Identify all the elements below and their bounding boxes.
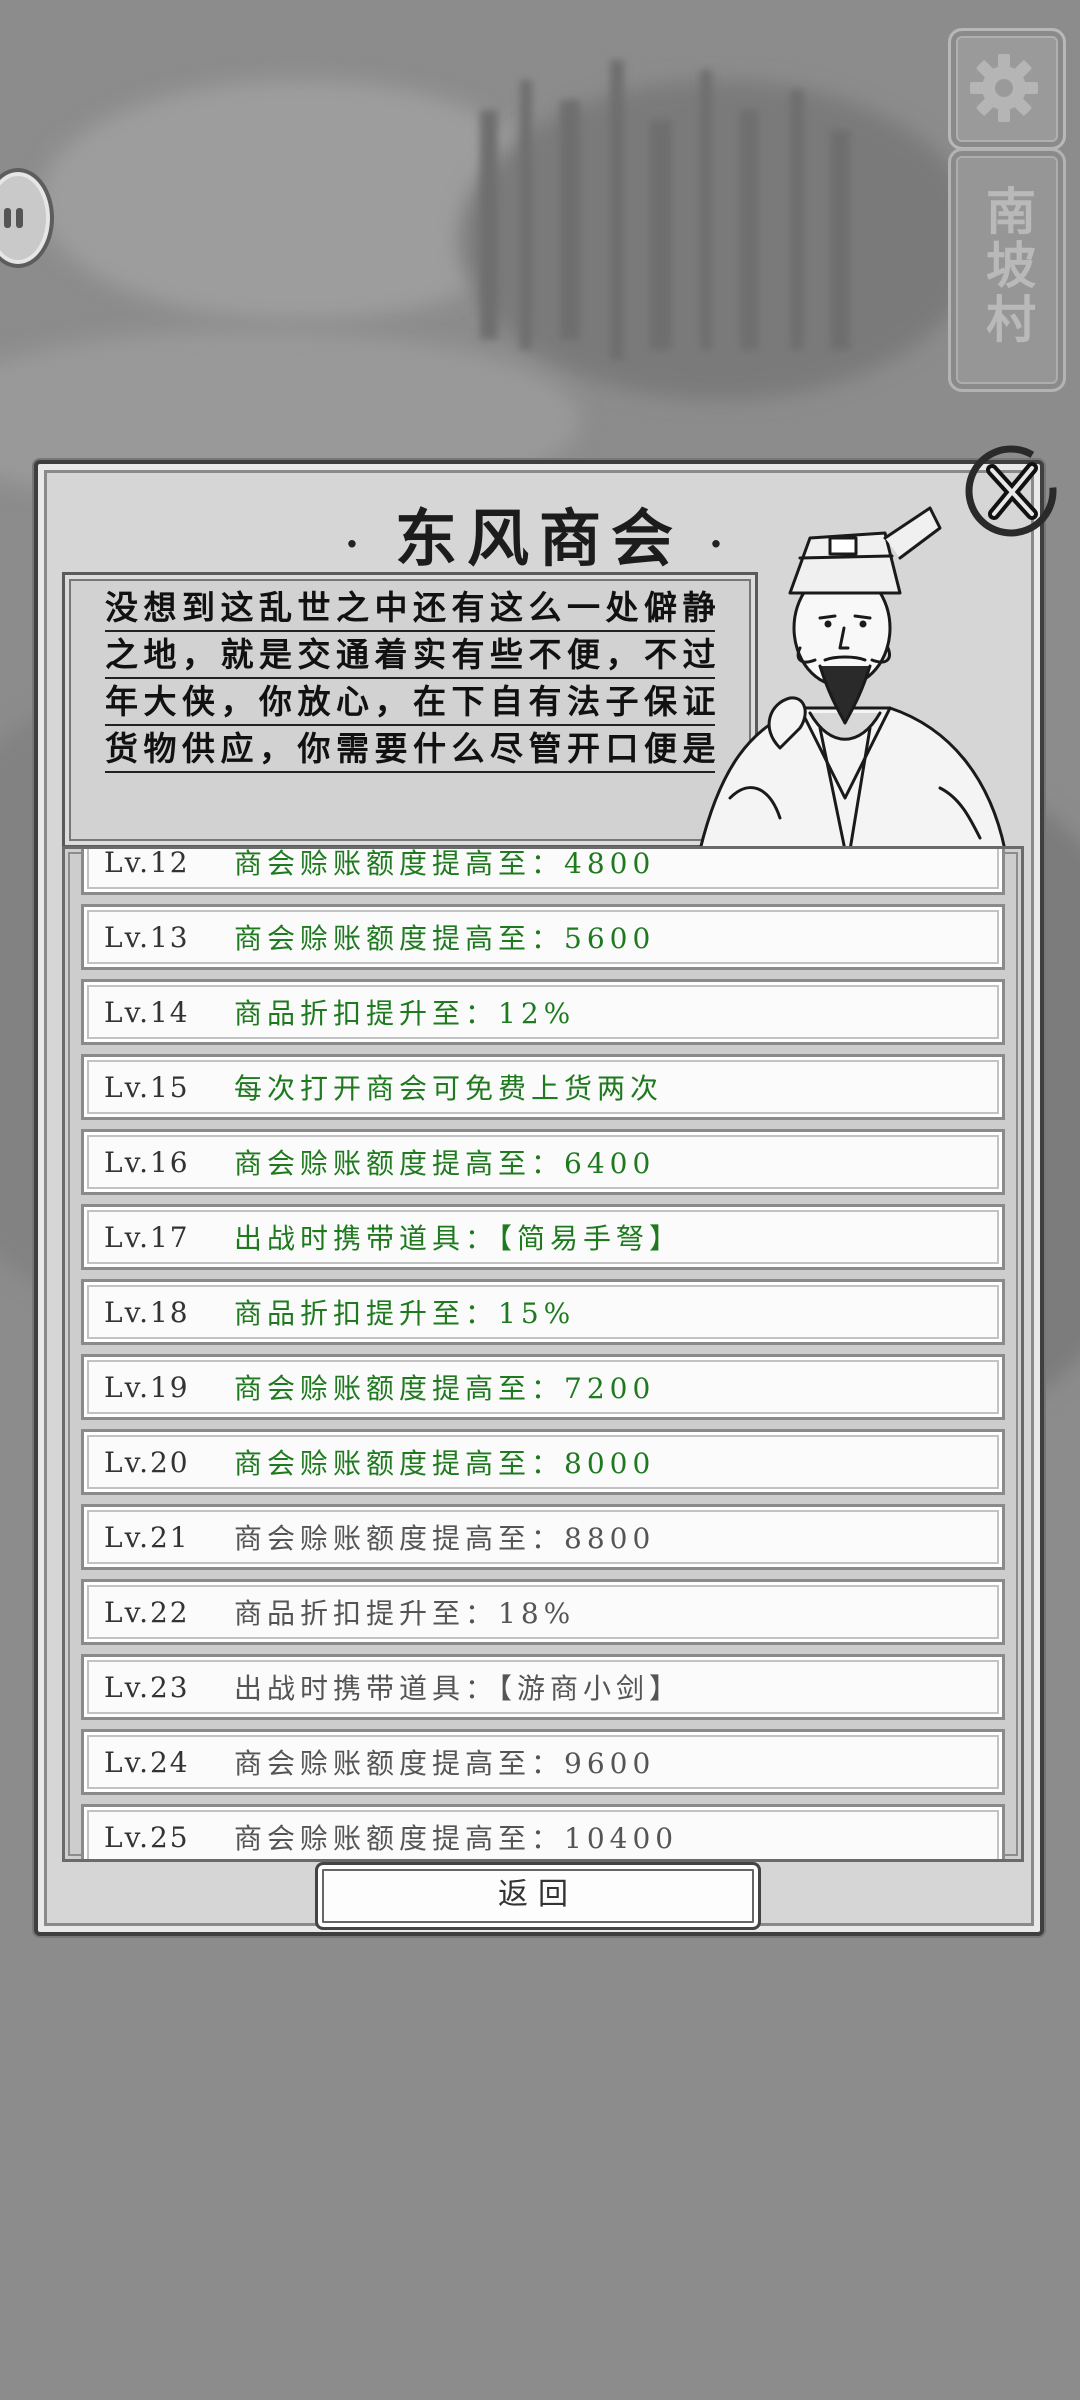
merchant-speech: 没想到这乱世之中还有这么一处僻静 之地，就是交通着实有些不便，不过 年大侠，你放… bbox=[105, 585, 715, 773]
level-row: Lv.18 商品折扣提升至：15% bbox=[81, 1279, 1005, 1345]
level-row: Lv.16 商会赊账额度提高至：6400 bbox=[81, 1129, 1005, 1195]
level-row: Lv.23 出战时携带道具：【游商小剑】 bbox=[81, 1654, 1005, 1720]
level-row: Lv.21 商会赊账额度提高至：8800 bbox=[81, 1504, 1005, 1570]
speech-line: 货物供应，你需要什么尽管开口便是 bbox=[105, 726, 715, 773]
level-row: Lv.14 商品折扣提升至：12% bbox=[81, 979, 1005, 1045]
level-reward-text: 商会赊账额度提高至：8800 bbox=[234, 1522, 656, 1555]
level-row: Lv.12 商会赊账额度提高至：4800 bbox=[81, 846, 1005, 895]
level-label: Lv.21 bbox=[104, 1520, 190, 1554]
level-row: Lv.20 商会赊账额度提高至：8000 bbox=[81, 1429, 1005, 1495]
level-label: Lv.25 bbox=[104, 1820, 190, 1854]
level-reward-list[interactable]: Lv.12 商会赊账额度提高至：4800 Lv.13 商会赊账额度提高至：5600 Lv… bbox=[62, 846, 1024, 1862]
close-icon bbox=[965, 445, 1057, 537]
merchant-speech-box: 没想到这乱世之中还有这么一处僻静 之地，就是交通着实有些不便，不过 年大侠，你放… bbox=[62, 572, 758, 848]
level-row: Lv.17 出战时携带道具：【简易手弩】 bbox=[81, 1204, 1005, 1270]
pause-icon bbox=[4, 208, 11, 228]
dialog-title: 东风商会 bbox=[394, 502, 683, 575]
level-reward-text: 商会赊账额度提高至：9600 bbox=[234, 1747, 656, 1780]
level-label: Lv.20 bbox=[104, 1445, 190, 1479]
level-reward-text: 商会赊账额度提高至：7200 bbox=[234, 1372, 656, 1405]
level-reward-text: 商品折扣提升至：12% bbox=[234, 997, 576, 1030]
level-row: Lv.24 商会赊账额度提高至：9600 bbox=[81, 1729, 1005, 1795]
settings-button[interactable] bbox=[948, 28, 1066, 150]
level-label: Lv.23 bbox=[104, 1670, 190, 1704]
level-reward-text: 商会赊账额度提高至：5600 bbox=[234, 922, 656, 955]
back-button[interactable]: 返回 bbox=[315, 1862, 761, 1930]
location-name: 南坡村 bbox=[978, 185, 1037, 347]
level-row: Lv.19 商会赊账额度提高至：7200 bbox=[81, 1354, 1005, 1420]
level-reward-text: 出战时携带道具：【游商小剑】 bbox=[234, 1672, 683, 1705]
level-reward-text: 商会赊账额度提高至：6400 bbox=[234, 1147, 656, 1180]
level-reward-text: 每次打开商会可免费上货两次 bbox=[234, 1072, 664, 1105]
level-row: Lv.13 商会赊账额度提高至：5600 bbox=[81, 904, 1005, 970]
level-reward-text: 商品折扣提升至：15% bbox=[234, 1297, 576, 1330]
level-label: Lv.22 bbox=[104, 1595, 190, 1629]
level-label: Lv.14 bbox=[104, 995, 190, 1029]
level-reward-text: 商会赊账额度提高至：4800 bbox=[234, 847, 656, 880]
level-label: Lv.24 bbox=[104, 1745, 190, 1779]
level-label: Lv.12 bbox=[104, 846, 190, 879]
level-list-scroll[interactable]: Lv.12 商会赊账额度提高至：4800 Lv.13 商会赊账额度提高至：5600 Lv… bbox=[81, 846, 1005, 1859]
speech-line: 之地，就是交通着实有些不便，不过 bbox=[105, 632, 715, 679]
level-row: Lv.25 商会赊账额度提高至：10400 bbox=[81, 1804, 1005, 1859]
pause-icon-bar bbox=[16, 208, 23, 228]
level-label: Lv.13 bbox=[104, 920, 190, 954]
level-row: Lv.15 每次打开商会可免费上货两次 bbox=[81, 1054, 1005, 1120]
speech-line: 没想到这乱世之中还有这么一处僻静 bbox=[105, 585, 715, 632]
location-tag[interactable]: 南坡村 bbox=[948, 148, 1066, 392]
level-label: Lv.19 bbox=[104, 1370, 190, 1404]
level-reward-text: 出战时携带道具：【简易手弩】 bbox=[234, 1222, 683, 1255]
level-reward-text: 商品折扣提升至：18% bbox=[234, 1597, 576, 1630]
level-label: Lv.17 bbox=[104, 1220, 190, 1254]
gear-icon bbox=[970, 54, 1038, 122]
level-reward-text: 商会赊账额度提高至：8000 bbox=[234, 1447, 656, 1480]
level-row: Lv.22 商品折扣提升至：18% bbox=[81, 1579, 1005, 1645]
title-dot-left: · bbox=[345, 520, 369, 568]
merchant-portrait bbox=[698, 506, 1007, 850]
level-label: Lv.18 bbox=[104, 1295, 190, 1329]
level-reward-text: 商会赊账额度提高至：10400 bbox=[234, 1822, 679, 1855]
close-button[interactable] bbox=[962, 442, 1060, 540]
speech-line: 年大侠，你放心，在下自有法子保证 bbox=[105, 679, 715, 726]
level-label: Lv.16 bbox=[104, 1145, 190, 1179]
level-label: Lv.15 bbox=[104, 1070, 190, 1104]
